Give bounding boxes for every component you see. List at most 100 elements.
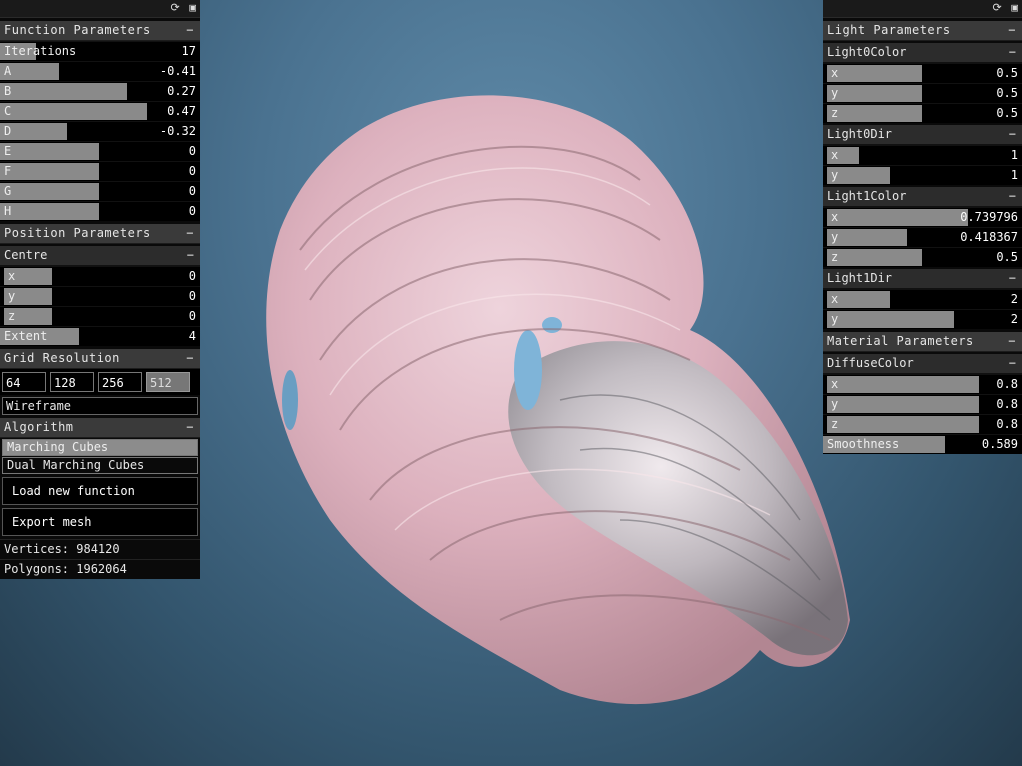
light1dir-slider-y[interactable]: y2 <box>823 309 1022 329</box>
diffusecolor-slider-y[interactable]: y 0.8 <box>823 394 1022 414</box>
diffusecolor-slider-x[interactable]: x 0.8 <box>823 374 1022 394</box>
light1color-slider-z[interactable]: z 0.5 <box>823 247 1022 267</box>
light1color-header[interactable]: Light1Color − <box>823 187 1022 207</box>
light1color-list: x 0.739796 y 0.418367 z 0.5 <box>823 207 1022 267</box>
slider-fill <box>0 143 99 160</box>
slider-label: E <box>4 144 12 158</box>
extent-slider[interactable]: Extent 4 <box>0 326 200 346</box>
slider-value: 0 <box>188 204 196 218</box>
collapse-toggle[interactable]: − <box>1009 43 1016 62</box>
resolution-option-512[interactable]: 512 <box>146 372 190 392</box>
slider-label: x <box>831 377 839 391</box>
save-icon[interactable]: ▣ <box>189 1 196 14</box>
slider-value: 17 <box>181 44 196 58</box>
slider-label: x <box>831 148 839 162</box>
collapse-toggle[interactable]: − <box>1008 332 1016 351</box>
slider-value: 0 <box>188 164 196 178</box>
light0dir-slider-x[interactable]: x1 <box>823 145 1022 165</box>
param-slider-iterations[interactable]: Iterations 17 <box>0 41 200 61</box>
light1dir-header[interactable]: Light1Dir − <box>823 269 1022 289</box>
export-mesh-button[interactable]: Export mesh <box>2 508 198 536</box>
param-slider-e[interactable]: E0 <box>0 141 200 161</box>
param-slider-c[interactable]: C 0.47 <box>0 101 200 121</box>
slider-fill <box>0 163 99 180</box>
slider-fill <box>827 416 979 433</box>
collapse-toggle[interactable]: − <box>186 21 194 40</box>
refresh-icon[interactable]: ⟳ <box>171 1 180 14</box>
centre-slider-y[interactable]: y0 <box>0 286 200 306</box>
function-params-header[interactable]: Function Parameters − <box>0 21 200 41</box>
collapse-toggle[interactable]: − <box>187 246 194 265</box>
centre-slider-x[interactable]: x0 <box>0 266 200 286</box>
light0color-header[interactable]: Light0Color − <box>823 43 1022 63</box>
light1color-slider-x[interactable]: x 0.739796 <box>823 207 1022 227</box>
grid-resolution-header[interactable]: Grid Resolution − <box>0 349 200 369</box>
slider-fill <box>0 103 147 120</box>
light0color-slider-x[interactable]: x 0.5 <box>823 63 1022 83</box>
slider-fill <box>827 249 922 266</box>
collapse-toggle[interactable]: − <box>186 224 194 243</box>
param-slider-d[interactable]: D -0.32 <box>0 121 200 141</box>
slider-value: 0.8 <box>996 377 1018 391</box>
slider-fill <box>827 65 922 82</box>
diffusecolor-slider-z[interactable]: z 0.8 <box>823 414 1022 434</box>
slider-value: 0.47 <box>167 104 196 118</box>
slider-label: y <box>8 289 16 303</box>
centre-list: x0y0z0 <box>0 266 200 326</box>
resolution-option-128[interactable]: 128 <box>50 372 94 392</box>
material-params-title: Material Parameters <box>827 334 974 348</box>
param-slider-f[interactable]: F0 <box>0 161 200 181</box>
wireframe-toggle[interactable]: Wireframe <box>2 397 198 415</box>
resolution-option-256[interactable]: 256 <box>98 372 142 392</box>
algorithm-option[interactable]: Dual Marching Cubes <box>2 457 198 474</box>
collapse-toggle[interactable]: − <box>1009 354 1016 373</box>
light-params-header[interactable]: Light Parameters − <box>823 21 1022 41</box>
param-slider-b[interactable]: B 0.27 <box>0 81 200 101</box>
slider-value: -0.41 <box>159 64 196 78</box>
resolution-option-64[interactable]: 64 <box>2 372 46 392</box>
collapse-toggle[interactable]: − <box>1009 125 1016 144</box>
slider-label: y <box>831 86 839 100</box>
save-icon[interactable]: ▣ <box>1011 1 1018 14</box>
light0dir-list: x1y1 <box>823 145 1022 185</box>
position-params-title: Position Parameters <box>4 226 151 240</box>
resolution-options: 64 128 256 512 <box>0 369 200 395</box>
slider-label: y <box>831 230 839 244</box>
centre-title: Centre <box>4 248 48 262</box>
smoothness-label: Smoothness <box>827 437 900 451</box>
param-slider-a[interactable]: A -0.41 <box>0 61 200 81</box>
centre-slider-z[interactable]: z0 <box>0 306 200 326</box>
load-function-button[interactable]: Load new function <box>2 477 198 505</box>
light1color-title: Light1Color <box>827 189 907 203</box>
right-panel-titlebar: ⟳ ▣ <box>823 0 1022 18</box>
collapse-toggle[interactable]: − <box>186 418 194 437</box>
algorithm-options: Marching Cubes Dual Marching Cubes <box>0 439 200 474</box>
light0color-slider-y[interactable]: y 0.5 <box>823 83 1022 103</box>
algorithm-header[interactable]: Algorithm − <box>0 418 200 438</box>
light1dir-list: x2y2 <box>823 289 1022 329</box>
slider-fill <box>827 105 922 122</box>
refresh-icon[interactable]: ⟳ <box>993 1 1002 14</box>
param-slider-h[interactable]: H0 <box>0 201 200 221</box>
light1dir-slider-x[interactable]: x2 <box>823 289 1022 309</box>
collapse-toggle[interactable]: − <box>1009 269 1016 288</box>
collapse-toggle[interactable]: − <box>186 349 194 368</box>
light0dir-header[interactable]: Light0Dir − <box>823 125 1022 145</box>
centre-header[interactable]: Centre − <box>0 246 200 266</box>
light0color-slider-z[interactable]: z 0.5 <box>823 103 1022 123</box>
slider-value: 0.5 <box>996 86 1018 100</box>
material-params-header[interactable]: Material Parameters − <box>823 332 1022 352</box>
slider-value: 0 <box>188 309 196 323</box>
light0dir-slider-y[interactable]: y1 <box>823 165 1022 185</box>
function-params-title: Function Parameters <box>4 23 151 37</box>
position-params-header[interactable]: Position Parameters − <box>0 224 200 244</box>
collapse-toggle[interactable]: − <box>1009 187 1016 206</box>
light0color-list: x 0.5 y 0.5 z 0.5 <box>823 63 1022 123</box>
algorithm-option[interactable]: Marching Cubes <box>2 439 198 456</box>
smoothness-slider[interactable]: Smoothness 0.589 <box>823 434 1022 454</box>
diffusecolor-header[interactable]: DiffuseColor − <box>823 354 1022 374</box>
light1color-slider-y[interactable]: y 0.418367 <box>823 227 1022 247</box>
param-slider-g[interactable]: G0 <box>0 181 200 201</box>
slider-value: 0 <box>188 289 196 303</box>
collapse-toggle[interactable]: − <box>1008 21 1016 40</box>
